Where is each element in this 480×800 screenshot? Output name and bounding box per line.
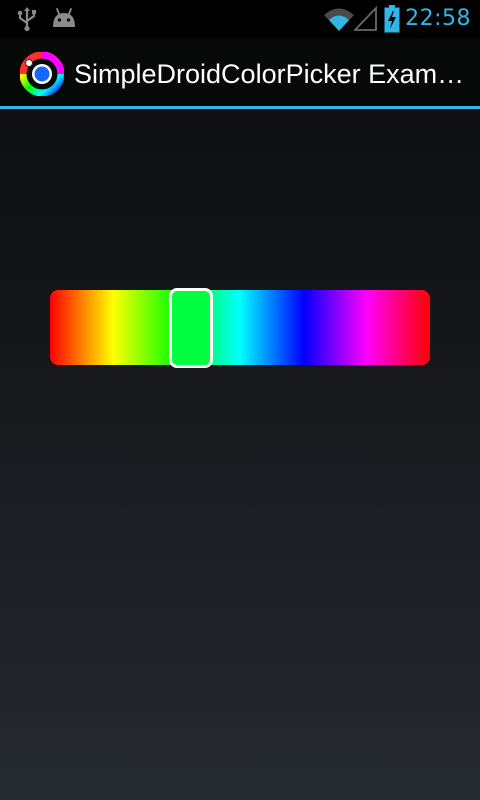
android-icon	[53, 8, 75, 27]
color-wheel-icon[interactable]	[20, 52, 64, 96]
signal-icon	[354, 6, 377, 31]
hue-slider-track[interactable]	[50, 290, 430, 365]
status-bar: 22:58	[0, 0, 480, 38]
status-clock: 22:58	[405, 6, 471, 31]
wifi-icon	[324, 8, 354, 31]
app-title: SimpleDroidColorPicker Examp…	[74, 59, 470, 89]
action-bar-divider	[0, 106, 480, 109]
app-screen: 22:58 SimpleDroidColorPicker Examp…	[0, 0, 480, 800]
usb-icon	[17, 7, 36, 32]
battery-charging-icon	[384, 5, 400, 33]
hue-slider-thumb[interactable]	[169, 288, 213, 368]
action-bar: SimpleDroidColorPicker Examp…	[0, 38, 480, 106]
